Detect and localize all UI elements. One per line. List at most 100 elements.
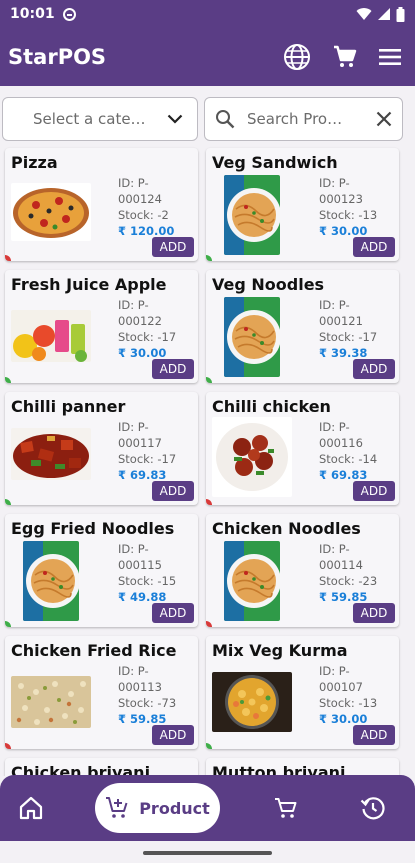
product-card[interactable]: Chicken Noodles ID: P-000114 Stock: -23 ₹ 5… bbox=[206, 514, 399, 627]
product-image bbox=[11, 428, 91, 480]
product-id: ID: P-000107 bbox=[319, 664, 363, 694]
status-time: 10:01 bbox=[10, 6, 55, 22]
product-nav-label: Product bbox=[139, 798, 210, 818]
add-button[interactable]: ADD bbox=[152, 237, 194, 257]
add-button[interactable]: ADD bbox=[353, 237, 395, 257]
category-dropdown[interactable]: Select a cate… bbox=[2, 97, 198, 141]
home-nav-button[interactable] bbox=[17, 794, 45, 822]
product-id: ID: P-000122 bbox=[118, 298, 162, 328]
add-button[interactable]: ADD bbox=[353, 481, 395, 501]
product-info: ID: P-000114 Stock: -23 ₹ 59.85 bbox=[319, 541, 393, 605]
search-icon bbox=[216, 110, 235, 129]
cart-icon[interactable] bbox=[333, 45, 357, 69]
veg-indicator bbox=[5, 377, 11, 383]
bottom-nav: Product bbox=[0, 775, 415, 841]
product-stock: Stock: -73 bbox=[118, 696, 177, 710]
product-image bbox=[212, 672, 292, 732]
add-to-cart-icon bbox=[106, 797, 128, 818]
product-stock: Stock: -17 bbox=[118, 452, 177, 466]
product-image bbox=[11, 676, 91, 728]
product-card[interactable]: Chicken briyani bbox=[5, 758, 198, 776]
product-card[interactable]: Chicken Fried Rice ID: P-000113 Stock: -73… bbox=[5, 636, 198, 749]
search-box[interactable] bbox=[204, 97, 403, 141]
product-name: Chilli chicken bbox=[212, 397, 331, 416]
add-button[interactable]: ADD bbox=[152, 481, 194, 501]
cart-nav-button[interactable] bbox=[272, 794, 300, 822]
category-placeholder: Select a cate… bbox=[33, 110, 146, 128]
product-id: ID: P-000124 bbox=[118, 176, 162, 206]
status-bar: 10:01 bbox=[0, 0, 415, 28]
history-nav-button[interactable] bbox=[359, 794, 387, 822]
product-id: ID: P-000115 bbox=[118, 542, 162, 572]
globe-icon[interactable] bbox=[283, 43, 311, 71]
product-nav-button[interactable]: Product bbox=[95, 783, 220, 833]
product-stock: Stock: -17 bbox=[118, 330, 177, 344]
product-info: ID: P-000122 Stock: -17 ₹ 30.00 bbox=[118, 297, 192, 361]
signal-icon bbox=[378, 8, 390, 20]
product-id: ID: P-000117 bbox=[118, 420, 162, 450]
app-bar: StarPOS bbox=[0, 28, 415, 86]
product-card[interactable]: Fresh Juice Apple ID: P-000122 Stock: -17 ₹… bbox=[5, 270, 198, 383]
product-image bbox=[23, 541, 79, 621]
wifi-icon bbox=[356, 8, 372, 20]
add-button[interactable]: ADD bbox=[353, 603, 395, 623]
product-card[interactable]: Chilli panner ID: P-000117 Stock: -17 ₹ 69.… bbox=[5, 392, 198, 505]
product-stock: Stock: -13 bbox=[319, 696, 378, 710]
product-stock: Stock: -13 bbox=[319, 208, 378, 222]
product-name: Veg Noodles bbox=[212, 275, 325, 294]
product-name: Mix Veg Kurma bbox=[212, 641, 348, 660]
veg-indicator bbox=[206, 377, 212, 383]
product-card[interactable]: Veg Sandwich ID: P-000123 Stock: -13 ₹ 30.0… bbox=[206, 148, 399, 261]
cart-icon bbox=[275, 798, 297, 818]
add-button[interactable]: ADD bbox=[152, 725, 194, 745]
product-name: Chicken Fried Rice bbox=[11, 641, 177, 660]
product-name: Chicken Noodles bbox=[212, 519, 361, 538]
filter-bar: Select a cate… bbox=[0, 96, 415, 142]
product-image bbox=[224, 297, 280, 377]
search-input[interactable] bbox=[247, 110, 357, 128]
product-info: ID: P-000116 Stock: -14 ₹ 69.83 bbox=[319, 419, 393, 483]
product-card[interactable]: Mix Veg Kurma ID: P-000107 Stock: -13 ₹ 30.… bbox=[206, 636, 399, 749]
product-stock: Stock: -23 bbox=[319, 574, 378, 588]
product-info: ID: P-000113 Stock: -73 ₹ 59.85 bbox=[118, 663, 192, 727]
add-button[interactable]: ADD bbox=[152, 603, 194, 623]
veg-indicator bbox=[5, 255, 11, 261]
product-grid: Pizza ID: P-000124 Stock: -2 ₹ 120.00 ADD Veg… bbox=[0, 146, 415, 776]
gesture-handle[interactable] bbox=[143, 851, 272, 855]
product-name: Veg Sandwich bbox=[212, 153, 338, 172]
product-image bbox=[224, 541, 280, 621]
gesture-area bbox=[0, 841, 415, 863]
menu-icon[interactable] bbox=[379, 48, 401, 66]
battery-icon bbox=[396, 6, 405, 22]
product-info: ID: P-000107 Stock: -13 ₹ 30.00 bbox=[319, 663, 393, 727]
product-image bbox=[11, 183, 91, 241]
product-info: ID: P-000117 Stock: -17 ₹ 69.83 bbox=[118, 419, 192, 483]
product-image bbox=[224, 175, 280, 255]
add-button[interactable]: ADD bbox=[353, 359, 395, 379]
product-info: ID: P-000115 Stock: -15 ₹ 49.88 bbox=[118, 541, 192, 605]
product-card[interactable]: Egg Fried Noodles ID: P-000115 Stock: -15 ₹… bbox=[5, 514, 198, 627]
product-id: ID: P-000121 bbox=[319, 298, 363, 328]
product-card[interactable]: Pizza ID: P-000124 Stock: -2 ₹ 120.00 ADD bbox=[5, 148, 198, 261]
product-card[interactable]: Mutton briyani bbox=[206, 758, 399, 776]
product-id: ID: P-000114 bbox=[319, 542, 363, 572]
product-image bbox=[212, 417, 292, 497]
veg-indicator bbox=[206, 499, 212, 505]
add-button[interactable]: ADD bbox=[353, 725, 395, 745]
home-icon bbox=[19, 796, 43, 820]
product-info: ID: P-000124 Stock: -2 ₹ 120.00 bbox=[118, 175, 192, 239]
product-id: ID: P-000123 bbox=[319, 176, 363, 206]
product-card[interactable]: Veg Noodles ID: P-000121 Stock: -17 ₹ 39.38… bbox=[206, 270, 399, 383]
veg-indicator bbox=[5, 499, 11, 505]
product-info: ID: P-000121 Stock: -17 ₹ 39.38 bbox=[319, 297, 393, 361]
veg-indicator bbox=[206, 743, 212, 749]
chevron-down-icon bbox=[167, 114, 183, 124]
close-icon[interactable] bbox=[376, 111, 392, 127]
veg-indicator bbox=[206, 621, 212, 627]
product-name: Egg Fried Noodles bbox=[11, 519, 175, 538]
veg-indicator bbox=[5, 621, 11, 627]
product-card[interactable]: Chilli chicken ID: P-000116 Stock: -14 ₹ 69… bbox=[206, 392, 399, 505]
product-name: Chilli panner bbox=[11, 397, 126, 416]
add-button[interactable]: ADD bbox=[152, 359, 194, 379]
product-stock: Stock: -15 bbox=[118, 574, 177, 588]
